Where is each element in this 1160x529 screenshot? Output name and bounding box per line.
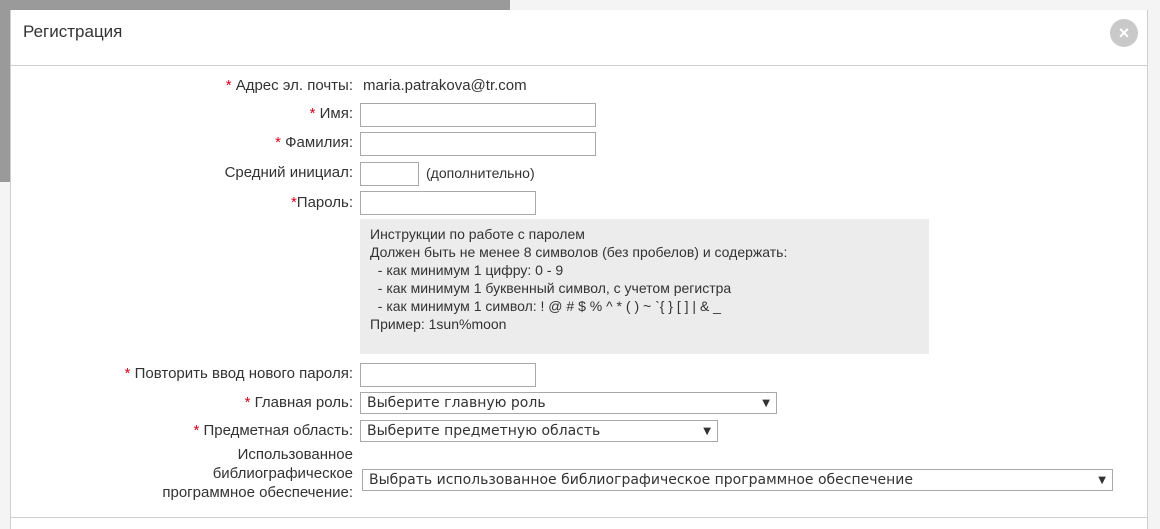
hint-line: - как минимум 1 цифру: 0 - 9: [370, 262, 564, 278]
registration-dialog: Регистрация × * Адрес эл. почты: maria.p…: [10, 10, 1148, 529]
optional-note: (дополнительно): [426, 165, 535, 181]
password-hint: Инструкции по работе с паролем Должен бы…: [360, 219, 929, 354]
close-icon[interactable]: ×: [1110, 19, 1138, 47]
subject-area-select[interactable]: Выберите предметную область ▼: [360, 420, 718, 442]
first-name-input[interactable]: [360, 103, 596, 127]
biblio-software-selected: Выбрать использованное библиографическое…: [369, 472, 913, 488]
chevron-down-icon: ▼: [762, 397, 770, 409]
backdrop-left: [0, 0, 10, 182]
last-name-input[interactable]: [360, 132, 596, 156]
middle-initial-label: Средний инициал:: [224, 164, 353, 181]
hint-line: Должен быть не менее 8 символов (без про…: [370, 244, 788, 260]
main-role-label: * Главная роль:: [244, 394, 353, 411]
main-role-selected: Выберите главную роль: [367, 395, 546, 411]
confirm-password-label: * Повторить ввод нового пароля:: [124, 365, 353, 382]
hint-line: Пример: 1sun%moon: [370, 316, 507, 332]
email-value: maria.patrakova@tr.com: [363, 77, 527, 94]
password-input[interactable]: [360, 191, 536, 215]
chevron-down-icon: ▼: [703, 425, 711, 437]
password-label: *Пароль:: [290, 194, 353, 211]
subject-area-selected: Выберите предметную область: [367, 423, 601, 439]
dialog-title: Регистрация: [23, 22, 123, 41]
confirm-password-input[interactable]: [360, 363, 536, 387]
subject-area-label: * Предметная область:: [193, 422, 353, 439]
hint-line: Инструкции по работе с паролем: [370, 226, 585, 242]
main-role-select[interactable]: Выберите главную роль ▼: [360, 392, 777, 414]
middle-initial-input[interactable]: [360, 162, 419, 186]
email-label: * Адрес эл. почты:: [225, 77, 353, 94]
last-name-label: * Фамилия:: [275, 134, 353, 151]
dialog-header: Регистрация ×: [11, 10, 1147, 66]
first-name-label: * Имя:: [309, 105, 353, 122]
hint-line: - как минимум 1 символ: ! @ # $ % ^ * ( …: [370, 298, 721, 314]
backdrop-top: [10, 0, 510, 10]
divider: [11, 517, 1147, 518]
registration-form: * Адрес эл. почты: maria.patrakova@tr.co…: [11, 66, 1147, 518]
hint-line: - как минимум 1 буквенный символ, с учет…: [370, 280, 732, 296]
biblio-software-select[interactable]: Выбрать использованное библиографическое…: [362, 469, 1113, 491]
chevron-down-icon: ▼: [1098, 474, 1106, 486]
biblio-software-label: Использованное библиографическое програм…: [162, 446, 353, 501]
